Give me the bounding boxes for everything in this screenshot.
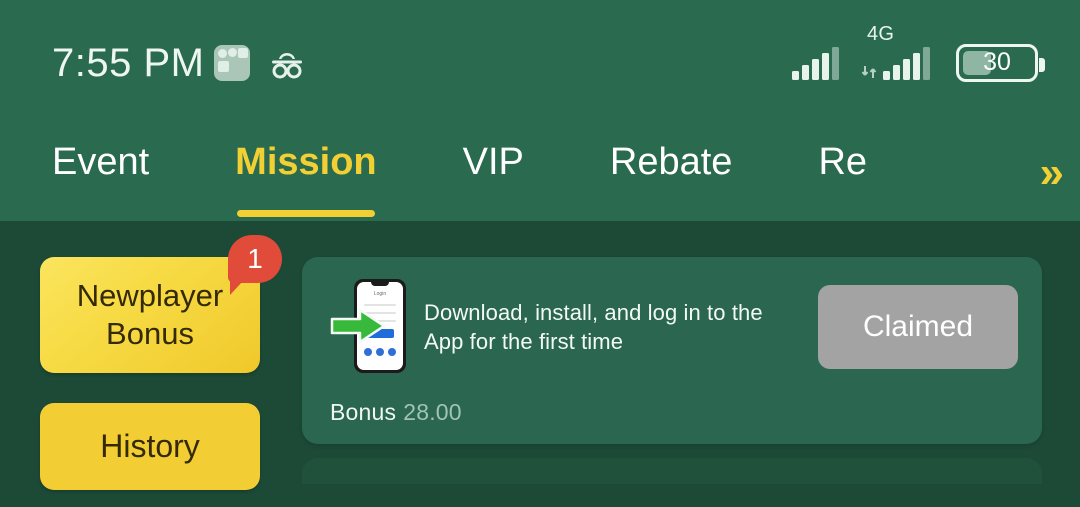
next-mission-card-peek <box>302 458 1042 484</box>
mission-bonus-row: Bonus 28.00 <box>330 399 1018 426</box>
mission-description: Download, install, and log in to the App… <box>424 299 763 354</box>
tab-vip-label: VIP <box>462 141 524 183</box>
tab-mission-label: Mission <box>235 141 377 183</box>
mission-card: Login Download, install, and log in to t… <box>302 257 1042 444</box>
mission-list: Login Download, install, and log in to t… <box>302 257 1054 507</box>
tab-referral-partial-label: Re <box>818 141 868 181</box>
arrow-right-icon <box>330 308 386 344</box>
tab-rebate[interactable]: Rebate <box>610 135 733 181</box>
incognito-icon <box>266 46 308 80</box>
tab-event-label: Event <box>52 141 150 183</box>
app-header: 7:55 PM 4G 30 Event Mission VIP Rebate R… <box>0 0 1080 221</box>
app-grid-icon <box>214 44 251 81</box>
tab-active-underline <box>237 210 375 217</box>
app-root: 7:55 PM 4G 30 Event Mission VIP Rebate R… <box>0 0 1080 507</box>
sidebar-item-history[interactable]: History <box>40 402 260 490</box>
status-bar: 7:55 PM 4G 30 <box>0 0 1080 125</box>
tab-bar: Event Mission VIP Rebate Re » <box>0 125 1080 221</box>
sidebar-item-history-label: History <box>100 427 200 464</box>
data-transfer-icon <box>861 64 879 80</box>
status-clock: 7:55 PM <box>52 40 205 85</box>
app-download-login-icon: Login <box>330 279 408 375</box>
status-bar-right: 4G 30 <box>792 24 1045 82</box>
chevron-double-right-icon[interactable]: » <box>1040 151 1065 195</box>
bonus-label: Bonus <box>330 399 397 425</box>
battery-icon: 30 <box>956 43 1045 82</box>
tab-referral-partial[interactable]: Re <box>818 135 867 181</box>
tab-rebate-label: Rebate <box>609 141 733 183</box>
signal-bars-icon <box>792 46 839 80</box>
content-area: Newplayer Bonus 1 History Login Download… <box>0 221 1080 507</box>
network-type-label: 4G <box>867 22 895 45</box>
category-sidebar: Newplayer Bonus 1 History <box>40 235 302 507</box>
mission-card-row: Login Download, install, and log in to t… <box>330 279 1018 375</box>
sidebar-item-newplayer-bonus[interactable]: Newplayer Bonus 1 <box>40 235 282 373</box>
bonus-value: 28.00 <box>403 399 462 425</box>
tab-mission[interactable]: Mission <box>235 135 377 217</box>
tab-vip[interactable]: VIP <box>463 135 524 181</box>
network-indicator: 4G <box>861 24 930 80</box>
status-bar-left: 7:55 PM <box>52 43 308 83</box>
claim-button[interactable]: Claimed <box>818 285 1018 369</box>
signal-bars-secondary-icon <box>883 46 930 80</box>
battery-percent-label: 30 <box>983 48 1011 76</box>
sidebar-item-newplayer-bonus-label: Newplayer Bonus <box>76 278 224 351</box>
sidebar-item-badge: 1 <box>228 235 282 295</box>
tab-event[interactable]: Event <box>52 135 149 181</box>
